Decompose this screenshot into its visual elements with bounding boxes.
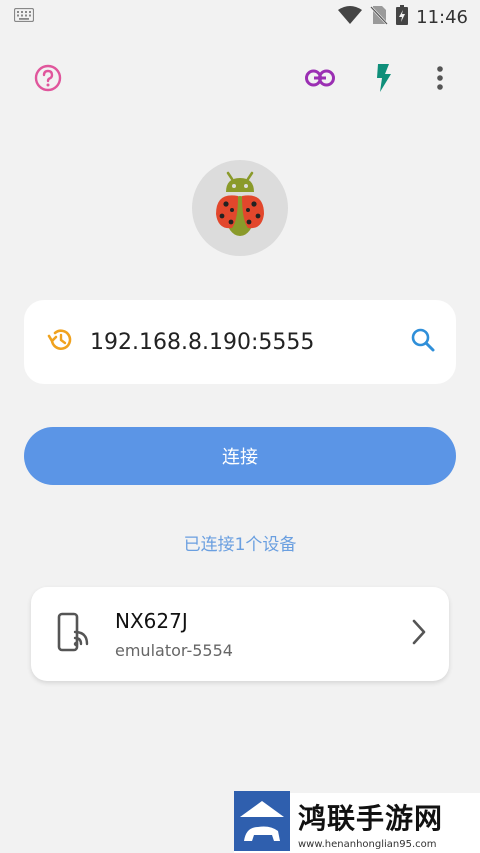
connected-status: 已连接1个设备 <box>183 535 297 555</box>
watermark-url: www.henanhonglian95.com <box>298 838 437 850</box>
help-icon <box>34 64 62 97</box>
device-list-item[interactable]: NX627J emulator-5554 <box>31 587 449 681</box>
device-serial: emulator-5554 <box>115 640 233 660</box>
wifi-icon <box>338 5 363 29</box>
flash-button[interactable] <box>364 60 404 100</box>
no-sim-icon <box>370 5 388 30</box>
status-bar: 11:46 <box>0 0 480 34</box>
device-name: NX627J <box>115 608 188 633</box>
history-icon[interactable] <box>46 327 74 358</box>
help-button[interactable] <box>28 60 68 100</box>
more-vert-icon <box>436 65 444 96</box>
app-logo <box>192 160 288 256</box>
address-card <box>24 300 456 384</box>
status-time: 11:46 <box>416 6 468 28</box>
flash-icon <box>374 63 394 98</box>
connect-button[interactable]: 连接 <box>24 427 456 485</box>
search-icon[interactable] <box>410 327 436 358</box>
watermark: 鸿联手游网 www.henanhonglian95.com <box>234 790 480 853</box>
more-options-button[interactable] <box>420 60 460 100</box>
link-button[interactable] <box>300 60 340 100</box>
ladybug-android-icon <box>204 170 276 247</box>
link-icon <box>305 69 335 92</box>
battery-charging-icon <box>396 4 409 30</box>
chevron-right-icon <box>411 619 427 650</box>
keyboard-icon <box>13 7 35 27</box>
watermark-title: 鸿联手游网 <box>298 801 444 835</box>
phone-wifi-icon <box>57 612 89 657</box>
watermark-logo-icon <box>234 790 290 853</box>
device-info: NX627J emulator-5554 <box>115 609 411 660</box>
address-input[interactable] <box>90 329 410 355</box>
